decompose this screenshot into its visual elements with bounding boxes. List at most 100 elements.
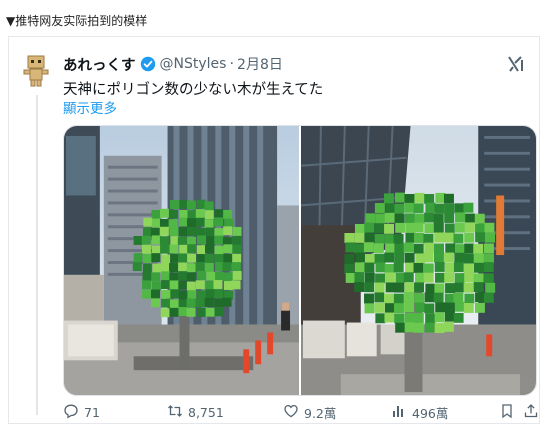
voxel-leaf xyxy=(454,282,465,293)
voxel-leaf xyxy=(404,202,415,213)
voxel-leaf xyxy=(222,262,232,272)
voxel-leaf xyxy=(206,271,216,281)
voxel-leaf xyxy=(435,192,446,203)
voxel-leaf xyxy=(394,313,405,324)
voxel-leaf xyxy=(404,302,415,313)
voxel-leaf xyxy=(404,193,415,204)
photo-left[interactable] xyxy=(64,126,299,395)
repost-button[interactable]: 8,751 xyxy=(167,403,224,422)
voxel-leaf xyxy=(142,289,152,299)
voxel-leaf xyxy=(463,253,474,264)
tweet-date[interactable]: 2月8日 xyxy=(237,54,283,74)
photo-right[interactable] xyxy=(301,126,536,395)
voxel-leaf xyxy=(434,232,445,243)
voxel-leaf xyxy=(196,270,206,280)
voxel-leaf xyxy=(151,218,161,228)
voxel-leaf xyxy=(384,252,395,263)
voxel-leaf xyxy=(364,232,375,243)
voxel-leaf xyxy=(169,299,179,309)
voxel-leaf xyxy=(133,235,143,245)
voxel-leaf xyxy=(394,303,404,314)
voxel-leaf xyxy=(453,312,464,323)
voxel-leaf xyxy=(375,273,386,284)
voxel-leaf xyxy=(424,303,435,314)
voxel-leaf xyxy=(232,244,242,254)
voxel-leaf xyxy=(169,263,179,273)
voxel-leaf xyxy=(206,236,216,246)
voxel-leaf xyxy=(364,303,375,314)
voxel-leaf xyxy=(364,253,375,264)
voxel-leaf xyxy=(405,232,416,243)
voxel-leaf xyxy=(223,244,233,254)
voxel-leaf xyxy=(424,193,435,204)
voxel-leaf xyxy=(232,271,242,280)
grok-icon[interactable] xyxy=(507,56,525,72)
bookmark-button[interactable] xyxy=(499,403,515,422)
voxel-leaf xyxy=(354,243,365,254)
voxel-leaf xyxy=(414,233,424,243)
views-button[interactable]: 496萬 xyxy=(391,403,448,422)
voxel-leaf xyxy=(143,254,153,263)
voxel-leaf xyxy=(160,308,170,318)
voxel-leaf xyxy=(473,282,484,293)
voxel-leaf xyxy=(178,271,188,281)
voxel-leaf xyxy=(454,301,465,312)
voxel-leaf xyxy=(384,223,395,234)
share-button[interactable] xyxy=(523,403,539,422)
voxel-leaf xyxy=(187,227,197,237)
repost-icon xyxy=(167,403,183,422)
voxel-leaf xyxy=(178,226,188,236)
voxel-leaf xyxy=(384,303,395,314)
voxel-leaf xyxy=(404,252,415,263)
voxel-leaf xyxy=(404,322,415,333)
voxel-leaf xyxy=(434,323,445,334)
voxel-leaf xyxy=(186,272,196,282)
voxel-leaf xyxy=(473,253,484,264)
voxel-leaf xyxy=(196,199,206,209)
author-handle[interactable]: @NStyles xyxy=(160,56,227,72)
voxel-leaf xyxy=(231,262,241,272)
voxel-leaf xyxy=(483,243,494,254)
voxel-leaf xyxy=(151,272,161,282)
voxel-leaf xyxy=(196,254,206,263)
voxel-leaf xyxy=(169,280,179,290)
author-name[interactable]: あれっくす xyxy=(63,54,136,75)
voxel-leaf xyxy=(485,232,495,243)
voxel-leaf xyxy=(373,243,384,254)
show-more-link[interactable]: 顯示更多 xyxy=(63,97,117,117)
voxel-leaf xyxy=(142,280,152,290)
reply-button[interactable]: 71 xyxy=(63,403,100,422)
voxel-leaf xyxy=(141,244,151,254)
avatar[interactable] xyxy=(19,53,53,87)
voxel-leaf xyxy=(395,222,406,233)
voxel-leaf xyxy=(141,235,151,245)
voxel-leaf xyxy=(485,282,496,293)
voxel-leaf xyxy=(403,272,414,283)
voxel-leaf xyxy=(150,298,160,308)
voxel-leaf xyxy=(152,263,162,273)
voxel-leaf xyxy=(414,302,425,313)
voxel-leaf xyxy=(434,283,445,294)
voxel-leaf xyxy=(159,218,169,228)
voxel-leaf xyxy=(415,272,425,283)
tweet-media[interactable] xyxy=(63,125,537,396)
voxel-leaf xyxy=(178,280,188,290)
voxel-leaf xyxy=(394,192,405,203)
voxel-leaf xyxy=(385,282,396,293)
share-icon xyxy=(523,403,539,422)
voxel-leaf xyxy=(404,292,415,302)
views-count: 496萬 xyxy=(412,406,449,421)
voxel-leaf xyxy=(433,222,444,233)
voxel-leaf xyxy=(169,272,179,282)
voxel-leaf xyxy=(151,253,161,263)
voxel-leaf xyxy=(454,252,465,263)
voxel-leaf xyxy=(444,262,455,273)
voxel-leaf xyxy=(414,213,425,224)
voxel-leaf xyxy=(214,245,224,255)
like-button[interactable]: 9.2萬 xyxy=(283,403,336,422)
voxel-leaf xyxy=(178,262,188,272)
tweet-card[interactable]: あれっくす @NStyles · 2月8日 天神にポリゴン数の少ない木が生えてた… xyxy=(8,36,540,424)
voxel-leaf xyxy=(151,289,160,299)
voxel-leaf xyxy=(132,262,142,272)
voxel-leaf xyxy=(204,253,214,263)
